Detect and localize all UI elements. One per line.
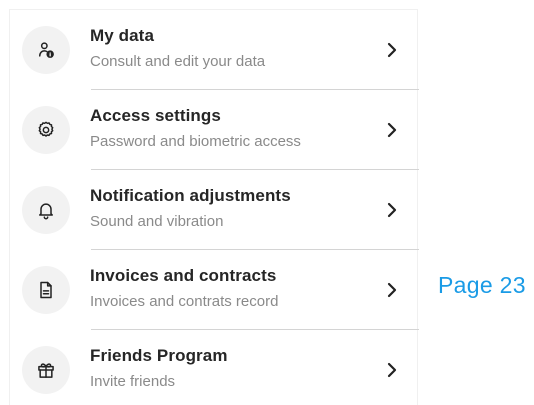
menu-item-title: Access settings: [90, 106, 221, 125]
menu-item-title: My data: [90, 26, 154, 45]
menu-item-subtitle: Invite friends: [90, 373, 176, 390]
menu-item-invoices-and-contracts[interactable]: Invoices and contracts Invoices and cont…: [10, 250, 419, 330]
gift-icon: [22, 346, 70, 394]
menu-item-friends-program[interactable]: Friends Program Invite friends: [10, 330, 419, 405]
page-number-label: Page 23: [438, 272, 526, 298]
document-icon: [22, 266, 70, 314]
menu-item-title: Notification adjustments: [90, 186, 291, 205]
menu-item-subtitle: Password and biometric access: [90, 133, 301, 150]
user-info-icon: [22, 26, 70, 74]
menu-item-texts: Access settings Password and biometric a…: [90, 106, 301, 151]
menu-item-title: Invoices and contracts: [90, 266, 277, 285]
menu-item-texts: Invoices and contracts Invoices and cont…: [90, 266, 278, 311]
menu-item-my-data[interactable]: My data Consult and edit your data: [10, 10, 419, 90]
chevron-right-icon: [382, 40, 402, 60]
menu-item-subtitle: Sound and vibration: [90, 213, 224, 230]
menu-item-subtitle: Invoices and contrats record: [90, 293, 279, 310]
chevron-right-icon: [382, 360, 402, 380]
menu-item-texts: Friends Program Invite friends: [90, 346, 228, 391]
menu-item-subtitle: Consult and edit your data: [90, 53, 266, 70]
chevron-right-icon: [382, 120, 402, 140]
menu-item-notification-adjustments[interactable]: Notification adjustments Sound and vibra…: [10, 170, 419, 250]
menu-item-title: Friends Program: [90, 346, 228, 365]
gear-icon: [22, 106, 70, 154]
menu-item-texts: My data Consult and edit your data: [90, 26, 265, 71]
menu-item-texts: Notification adjustments Sound and vibra…: [90, 186, 291, 231]
chevron-right-icon: [382, 200, 402, 220]
page: My data Consult and edit your data Acces…: [0, 0, 534, 405]
bell-icon: [22, 186, 70, 234]
chevron-right-icon: [382, 280, 402, 300]
settings-menu: My data Consult and edit your data Acces…: [9, 9, 419, 405]
menu-item-access-settings[interactable]: Access settings Password and biometric a…: [10, 90, 419, 170]
